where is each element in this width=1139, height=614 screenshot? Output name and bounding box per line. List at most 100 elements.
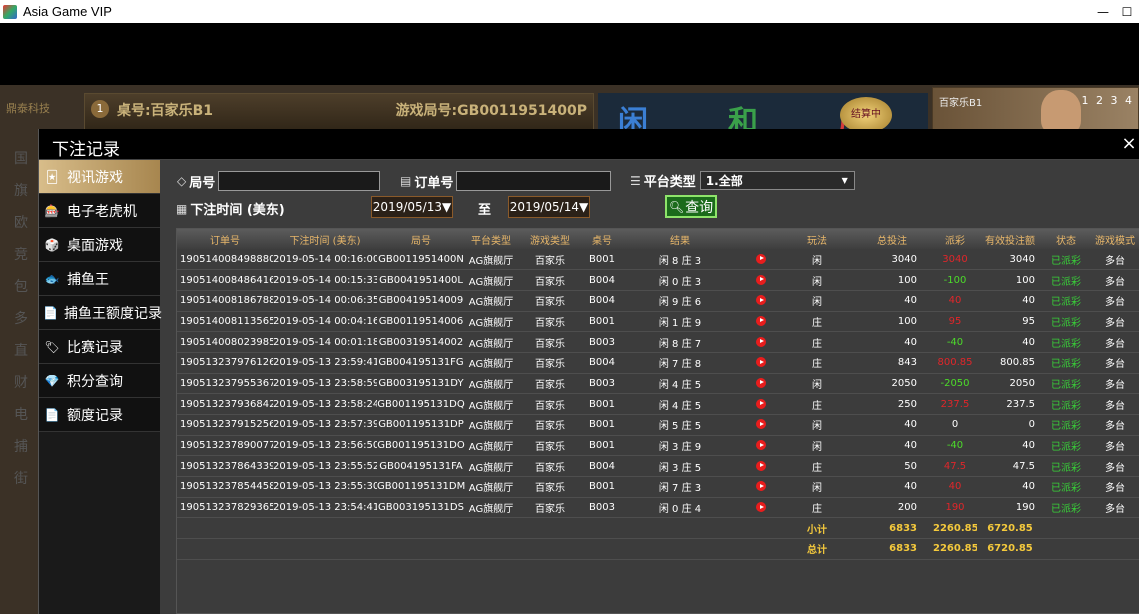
payout: 190 xyxy=(945,502,965,514)
play-replay-icon[interactable] xyxy=(756,502,766,513)
table-id: B004 xyxy=(589,357,615,369)
round-id: GB003195131DS xyxy=(378,502,464,514)
play-replay-icon[interactable] xyxy=(756,440,766,451)
order-id: 190513237854458 xyxy=(180,481,273,493)
order-input[interactable] xyxy=(456,171,612,191)
tag-icon: ◇ xyxy=(177,174,187,188)
game-mode: 多台 xyxy=(1105,442,1125,454)
game-mode: 多台 xyxy=(1105,297,1125,309)
total-bet: 40 xyxy=(904,336,917,348)
nav-label: 额度记录 xyxy=(67,407,123,424)
subtotal-payout: 2260.85 xyxy=(933,522,977,534)
bet-time: 2019-05-14 00:06:35 xyxy=(273,295,377,307)
replay-cell[interactable] xyxy=(739,311,783,332)
game-type: 百家乐 xyxy=(535,400,565,412)
play-replay-icon[interactable] xyxy=(756,398,766,409)
col-header: 玩法 xyxy=(807,235,827,247)
play-replay-icon[interactable] xyxy=(756,253,766,264)
maximize-button[interactable]: ☐ xyxy=(1115,0,1139,23)
order-label: 订单号 xyxy=(414,175,454,191)
nav-fishing-credit-records[interactable]: 📄 捕鱼王额度记录 xyxy=(39,296,162,330)
order-id: 190513237829365 xyxy=(180,502,273,514)
replay-cell[interactable] xyxy=(739,249,783,270)
col-header: 游戏模式 xyxy=(1095,235,1135,247)
play-replay-icon[interactable] xyxy=(756,357,766,368)
bet-time: 2019-05-14 00:04:16 xyxy=(273,315,377,327)
platform: AG旗舰厅 xyxy=(468,483,514,495)
nav-table-games[interactable]: 🎲 桌面游戏 xyxy=(39,228,160,262)
nav-points-query[interactable]: 💎 积分查询 xyxy=(39,364,160,398)
table-id: B001 xyxy=(589,315,615,327)
platform: AG旗舰厅 xyxy=(468,297,514,309)
replay-cell[interactable] xyxy=(739,332,783,353)
bet-type: 闲 xyxy=(812,421,822,433)
platform: AG旗舰厅 xyxy=(468,338,514,350)
replay-cell[interactable] xyxy=(739,435,783,456)
result: 闲 7 庄 3 xyxy=(658,483,702,495)
replay-cell[interactable] xyxy=(739,497,783,518)
table-body: 190514008498880 2019-05-14 00:16:00 GB0011… xyxy=(177,249,1139,560)
play-replay-icon[interactable] xyxy=(756,315,766,326)
play-replay-icon[interactable] xyxy=(756,481,766,492)
col-header: 订单号 xyxy=(210,235,240,247)
date-to-select[interactable]: 2019/05/14▼ xyxy=(508,196,590,218)
col-header: 派彩 xyxy=(945,235,965,247)
bg-side-item: 包 xyxy=(14,279,28,295)
spacer xyxy=(1043,539,1139,560)
close-button[interactable]: × xyxy=(1120,133,1138,155)
replay-cell[interactable] xyxy=(739,394,783,415)
play-replay-icon[interactable] xyxy=(756,336,766,347)
game-type: 百家乐 xyxy=(535,255,565,267)
bg-side-item: 电 xyxy=(14,407,28,423)
col-header: 局号 xyxy=(411,235,431,247)
play-replay-icon[interactable] xyxy=(756,377,766,388)
nav-match-records[interactable]: 🏷 比赛记录 xyxy=(39,330,160,364)
replay-cell[interactable] xyxy=(739,456,783,477)
replay-cell[interactable] xyxy=(739,373,783,394)
modal-header: 下注记录 × xyxy=(39,129,1139,160)
bg-side-item: 街 xyxy=(14,471,28,487)
nav-fishing-king[interactable]: 🐟 捕鱼王 xyxy=(39,262,160,296)
nav-slot-machines[interactable]: 🎰 电子老虎机 xyxy=(39,194,160,228)
round-input[interactable] xyxy=(218,171,381,191)
valid-bet: 100 xyxy=(1015,274,1035,286)
nav-live-games[interactable]: 🃏 视讯游戏 xyxy=(39,160,160,194)
table-id: B001 xyxy=(589,440,615,452)
platform-select[interactable]: 1.全部 ▼ xyxy=(699,171,855,190)
bet-time: 2019-05-14 00:15:33 xyxy=(273,274,377,286)
bet-type: 闲 xyxy=(812,379,822,391)
round-filter: ◇ 局号 xyxy=(177,171,381,191)
col-header: 下注时间 (美东) xyxy=(289,235,361,247)
replay-cell[interactable] xyxy=(739,477,783,498)
order-id: 190514008486416 xyxy=(180,274,273,286)
order-id: 190514008186788 xyxy=(180,295,273,307)
document-icon: 📄 xyxy=(44,407,60,422)
time-label: 下注时间 (美东) xyxy=(190,203,285,218)
replay-cell[interactable] xyxy=(739,352,783,373)
date-from-select[interactable]: 2019/05/13▼ xyxy=(371,196,453,218)
nav-credit-records[interactable]: 📄 额度记录 xyxy=(39,398,160,432)
total-bet: 843 xyxy=(897,357,917,369)
game-type: 百家乐 xyxy=(535,359,565,371)
minimize-button[interactable]: — xyxy=(1091,0,1115,23)
game-mode: 多台 xyxy=(1105,462,1125,474)
play-replay-icon[interactable] xyxy=(756,419,766,430)
query-button[interactable]: 🔍︎ 查询 xyxy=(665,195,717,218)
valid-bet: 40 xyxy=(1022,295,1035,307)
dealer-avatar xyxy=(1041,90,1081,134)
replay-cell[interactable] xyxy=(739,270,783,291)
col-header: 有效投注额 xyxy=(985,235,1035,247)
order-id: 190513237976126 xyxy=(180,357,273,369)
replay-cell[interactable] xyxy=(739,415,783,436)
game-type: 百家乐 xyxy=(535,442,565,454)
play-replay-icon[interactable] xyxy=(756,274,766,285)
valid-bet: 237.5 xyxy=(1006,398,1035,410)
status: 已派彩 xyxy=(1051,442,1081,454)
order-id: 190514008113565 xyxy=(180,315,273,327)
play-replay-icon[interactable] xyxy=(756,460,766,471)
play-replay-icon[interactable] xyxy=(756,295,766,306)
dice-icon: 🎲 xyxy=(44,237,60,252)
result: 闲 4 庄 5 xyxy=(658,400,702,412)
replay-cell[interactable] xyxy=(739,290,783,311)
payout: 237.5 xyxy=(940,398,970,410)
